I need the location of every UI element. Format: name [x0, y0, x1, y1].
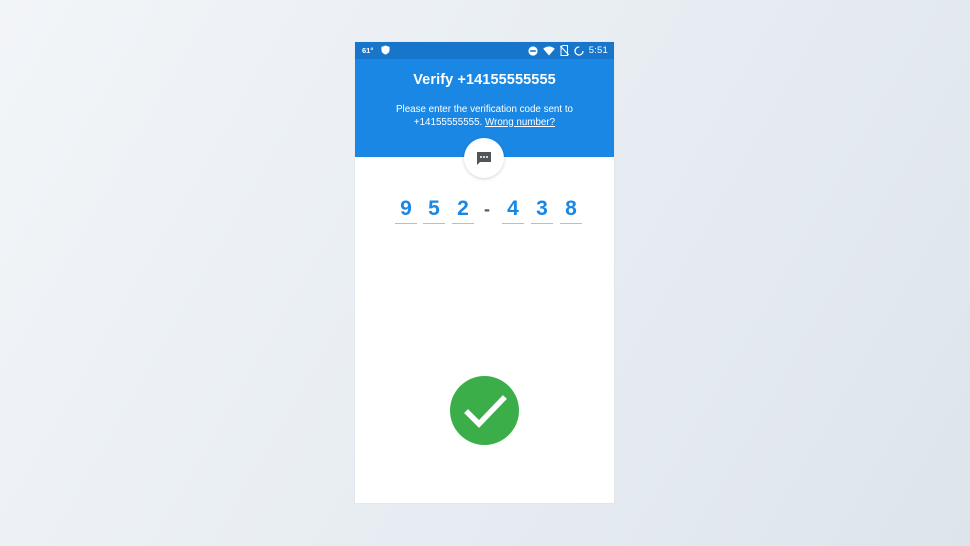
wrong-number-link[interactable]: Wrong number?	[485, 117, 555, 128]
success-indicator	[450, 376, 519, 445]
sms-message-icon	[477, 151, 491, 165]
status-bar: 61° 5:51	[355, 42, 614, 59]
wifi-icon	[542, 46, 555, 55]
code-digit-1[interactable]: 9	[395, 195, 417, 224]
verification-code-input[interactable]: 9 5 2 - 4 3 8	[355, 195, 614, 225]
no-sim-icon	[559, 45, 569, 56]
status-icons: 5:51	[528, 44, 608, 57]
do-not-disturb-icon	[528, 45, 538, 56]
battery-charging-icon	[574, 45, 584, 56]
sms-badge	[464, 138, 504, 178]
verification-screen: 61° 5:51 Verify +14155555555 Please ente…	[355, 42, 614, 503]
code-digit-3[interactable]: 2	[452, 195, 474, 224]
temperature-indicator: 61°	[362, 46, 374, 55]
checkmark-icon	[463, 394, 507, 428]
code-separator: -	[484, 199, 490, 219]
code-digit-5[interactable]: 3	[531, 195, 553, 224]
code-digit-4[interactable]: 4	[502, 195, 524, 224]
code-digit-2[interactable]: 5	[423, 195, 445, 224]
code-digit-6[interactable]: 8	[560, 195, 582, 224]
shield-icon	[381, 45, 390, 55]
clock: 5:51	[588, 45, 608, 56]
verification-instructions: Please enter the verification code sent …	[375, 104, 594, 129]
page-title: Verify +14155555555	[413, 72, 556, 88]
